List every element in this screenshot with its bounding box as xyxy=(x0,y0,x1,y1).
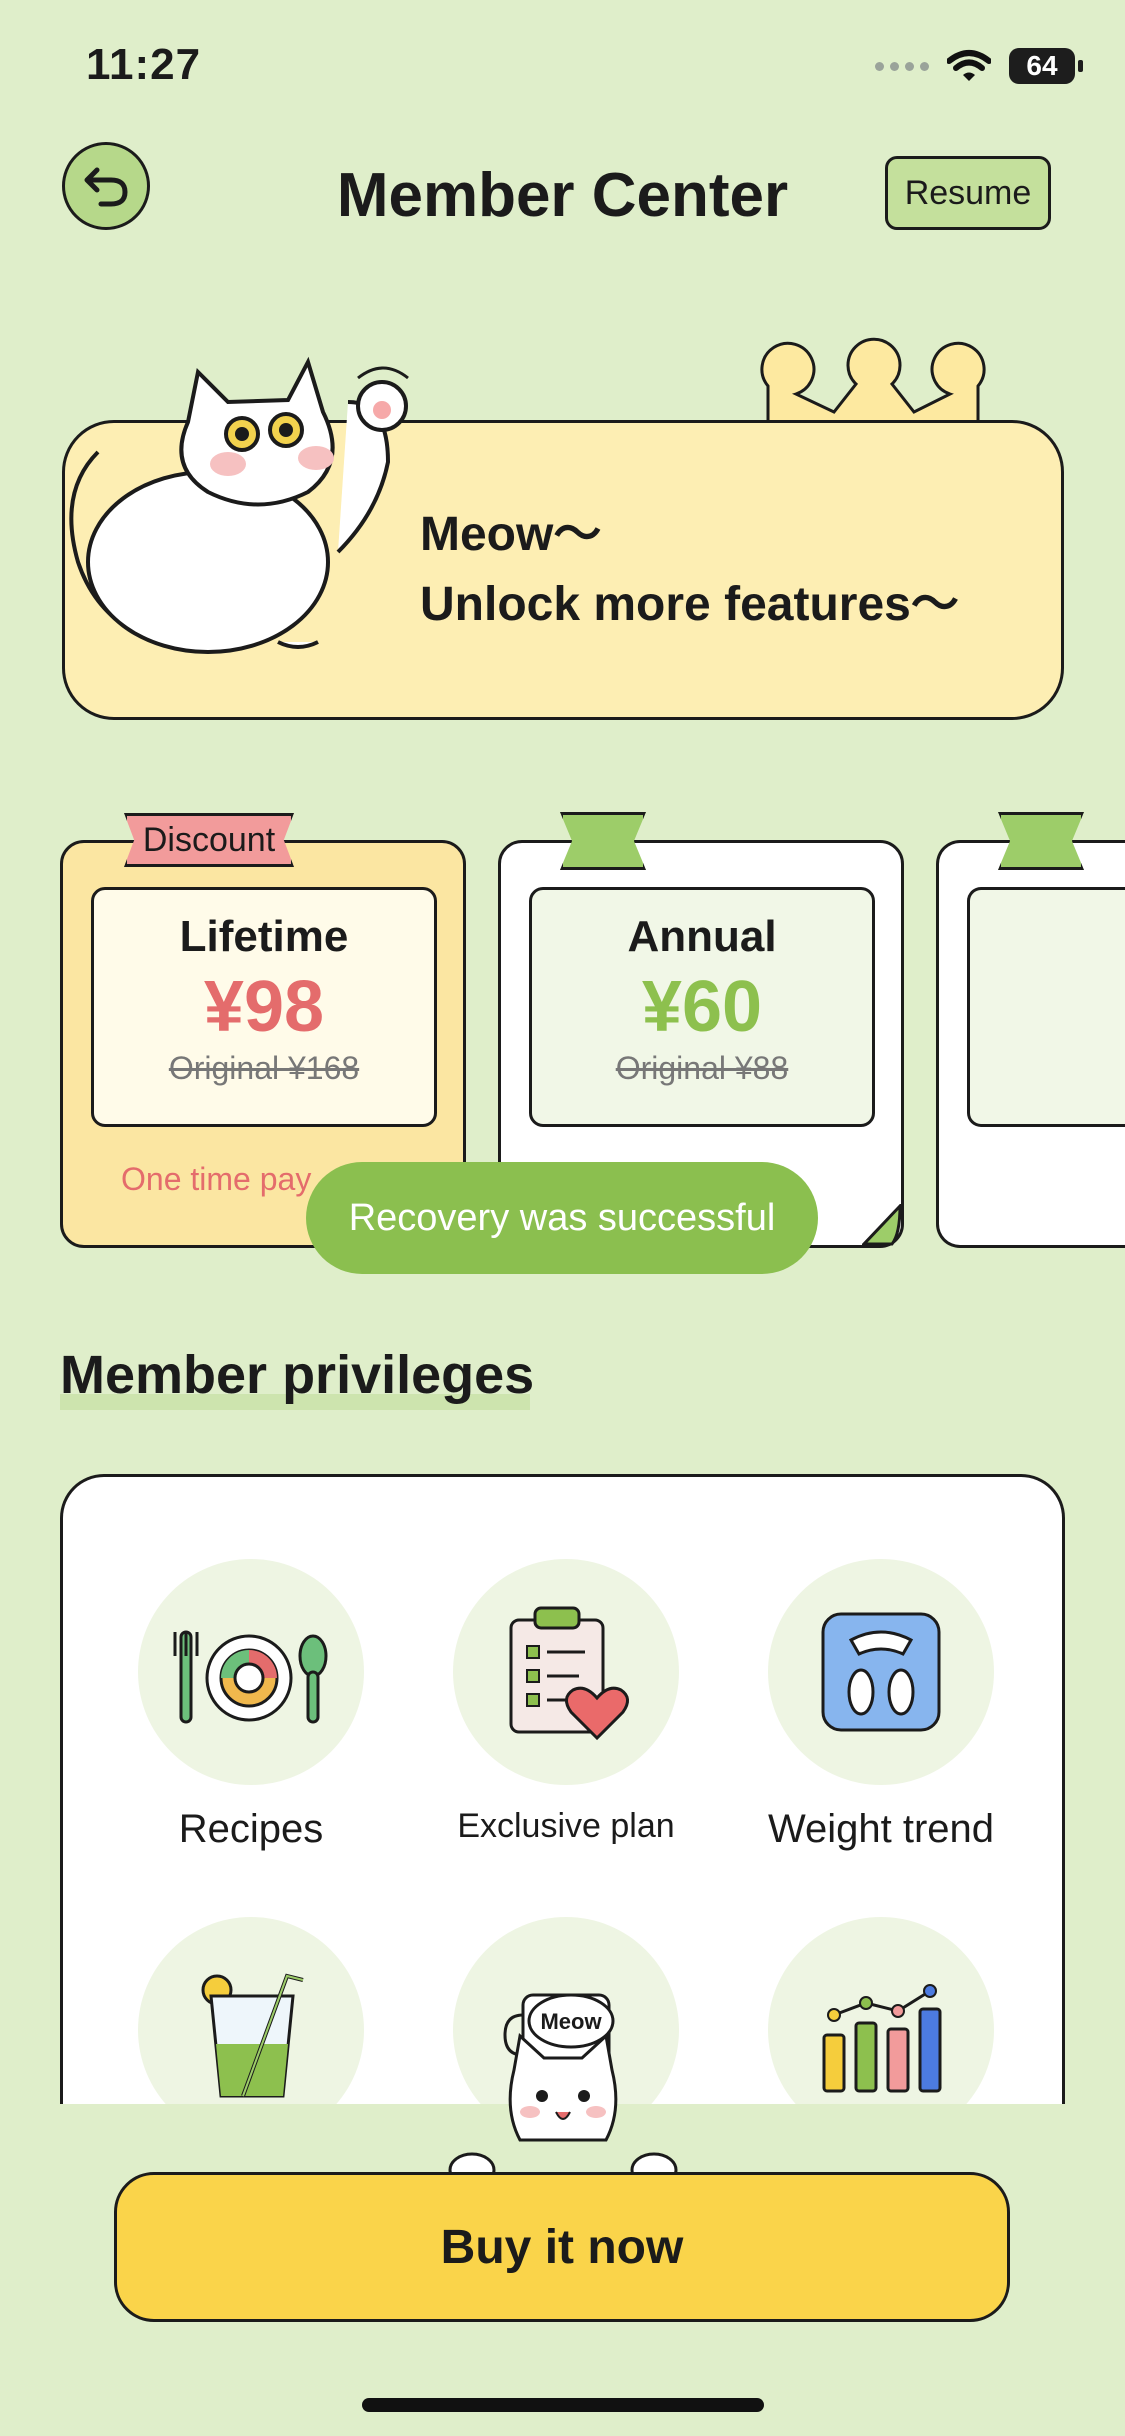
plan-original-price: Original ¥168 xyxy=(168,1050,360,1086)
crown-decoration xyxy=(760,337,986,424)
waving-cat-illustration xyxy=(69,356,409,654)
plan-inner: Annual ¥60 Original ¥88 xyxy=(529,887,875,1127)
plan-price: ¥98 xyxy=(203,967,325,1047)
discount-tag: Discount xyxy=(124,813,294,867)
wifi-icon xyxy=(947,50,991,81)
privilege-label: Exclusive plan xyxy=(457,1807,675,1845)
privilege-label: Recipes xyxy=(178,1807,324,1851)
plan-inner xyxy=(967,887,1125,1127)
section-title-privileges: Member privileges xyxy=(60,1345,535,1405)
privilege-icon-bg xyxy=(768,1559,994,1785)
banner-line-2: Unlock more features～ xyxy=(420,578,959,631)
plan-ribbon xyxy=(998,812,1084,870)
clipboard-heart-icon xyxy=(509,1606,629,1741)
privilege-exclusive-plan[interactable]: Exclusive plan xyxy=(406,1559,726,1846)
battery-icon: 64 xyxy=(1009,48,1083,84)
privilege-icon-bg xyxy=(453,1559,679,1785)
banner-text: Meow～ Unlock more features～ xyxy=(420,500,959,640)
buy-now-button[interactable]: Buy it now xyxy=(114,2172,1010,2322)
page-curl-decoration xyxy=(862,1204,902,1246)
resume-button[interactable]: Resume xyxy=(885,156,1051,230)
plan-name: Lifetime xyxy=(175,912,353,961)
banner-line-1: Meow～ xyxy=(420,508,602,561)
status-icons: 64 xyxy=(875,48,1083,84)
toast-message: Recovery was successful xyxy=(306,1162,818,1274)
privilege-icon-bg xyxy=(138,1559,364,1785)
status-time: 11:27 xyxy=(86,40,202,89)
plan-note: One time pay xyxy=(121,1161,312,1197)
peeking-cat-illustration xyxy=(448,2033,678,2188)
plan-original-price: Original ¥88 xyxy=(615,1050,789,1086)
scale-icon xyxy=(821,1612,941,1732)
plan-card-partial[interactable] xyxy=(936,840,1125,1248)
home-indicator xyxy=(362,2398,764,2412)
drink-glass-icon xyxy=(201,1973,304,2098)
privilege-recipes[interactable]: Recipes xyxy=(91,1559,411,1852)
cellular-signal-icon xyxy=(875,61,929,71)
privilege-weight-trend[interactable]: Weight trend xyxy=(721,1559,1041,1852)
plan-name: Annual xyxy=(623,912,781,961)
plan-inner: Lifetime ¥98 Original ¥168 xyxy=(91,887,437,1127)
privilege-label: Weight trend xyxy=(767,1807,995,1851)
plan-ribbon xyxy=(560,812,646,870)
bar-chart-icon xyxy=(822,1984,942,2093)
recipes-plate-icon xyxy=(173,1630,328,1724)
plan-price: ¥60 xyxy=(641,967,763,1047)
